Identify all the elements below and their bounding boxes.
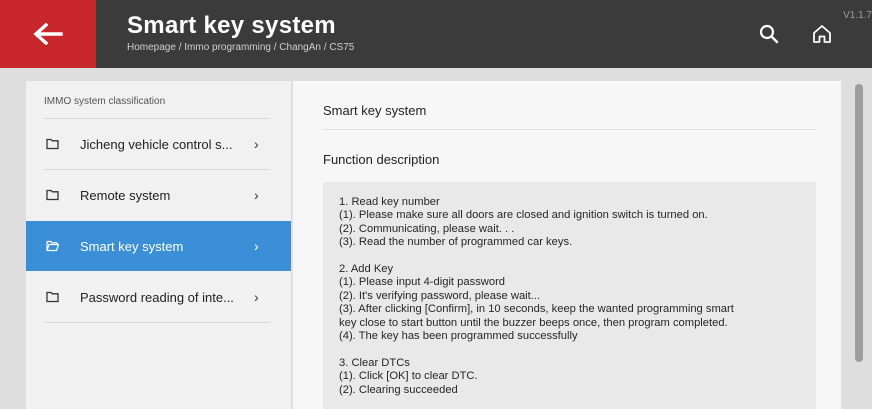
description-line: (4). The key has been programmed success… — [339, 330, 578, 343]
chevron-right-icon: › — [254, 238, 259, 254]
breadcrumb: Homepage / Immo programming / ChangAn / … — [127, 42, 355, 53]
classification-heading: IMMO system classification — [44, 96, 166, 107]
description-line: 1. Read key number — [339, 196, 440, 208]
sidebar-item-password-reading[interactable]: Password reading of inte... › — [26, 272, 291, 322]
divider — [44, 322, 270, 323]
folder-icon — [46, 189, 59, 201]
description-line: (1). Please make sure all doors are clos… — [339, 209, 708, 222]
search-icon — [759, 24, 779, 44]
divider — [323, 129, 816, 130]
scrollbar-thumb[interactable] — [855, 84, 863, 362]
content-title: Smart key system — [323, 103, 427, 118]
sidebar-item-label: Smart key system — [80, 238, 184, 254]
description-line: (3). Read the number of programmed car k… — [339, 236, 573, 249]
description-line: 3. Clear DTCs — [339, 356, 410, 369]
search-button[interactable] — [755, 20, 783, 48]
page-title: Smart key system — [127, 12, 336, 39]
function-description-box[interactable]: 1. Read key number (1). Please make sure… — [323, 182, 816, 409]
sidebar-item-label: Jicheng vehicle control s... — [80, 136, 233, 152]
header-titles: Smart key system Homepage / Immo program… — [127, 13, 354, 55]
back-arrow-icon — [33, 23, 63, 45]
top-bar: Smart key system Homepage / Immo program… — [0, 0, 872, 68]
description-line: key close to start button until the buzz… — [339, 316, 728, 329]
sidebar-item-label: Password reading of inte... — [80, 289, 234, 305]
description-line: (3). After clicking [Confirm], in 10 sec… — [339, 303, 734, 316]
content-panel: Smart key system Function description 1.… — [293, 81, 841, 409]
description-line: (2). Communicating, please wait. . . — [339, 222, 515, 235]
chevron-right-icon: › — [254, 136, 259, 152]
version-label: V1.1.7 — [843, 10, 872, 21]
home-icon — [813, 25, 831, 43]
description-line: 2. Add Key — [339, 263, 394, 276]
sidebar-item-label: Remote system — [80, 187, 171, 203]
scrollbar[interactable] — [847, 81, 872, 409]
classification-panel: IMMO system classification Jicheng vehic… — [26, 81, 291, 409]
home-button[interactable] — [808, 20, 836, 48]
chevron-right-icon: › — [254, 187, 259, 203]
back-button[interactable] — [0, 0, 96, 68]
function-description-label: Function description — [323, 152, 440, 167]
description-line: (1). Please input 4-digit password — [339, 276, 506, 289]
description-line: (2). It's verifying password, please wai… — [339, 289, 541, 302]
folder-icon — [46, 138, 59, 150]
sidebar-item-jicheng[interactable]: Jicheng vehicle control s... › — [26, 119, 291, 169]
description-line: (1). Click [OK] to clear DTC. — [339, 370, 478, 383]
folder-open-icon — [46, 240, 59, 252]
description-text: 1. Read key number (1). Please make sure… — [323, 182, 816, 397]
sidebar-item-remote[interactable]: Remote system › — [26, 170, 291, 220]
description-line: (2). Clearing succeeded — [339, 383, 458, 396]
sidebar-item-smart-key[interactable]: Smart key system › — [26, 221, 291, 271]
chevron-right-icon: › — [254, 289, 259, 305]
folder-icon — [46, 291, 59, 303]
